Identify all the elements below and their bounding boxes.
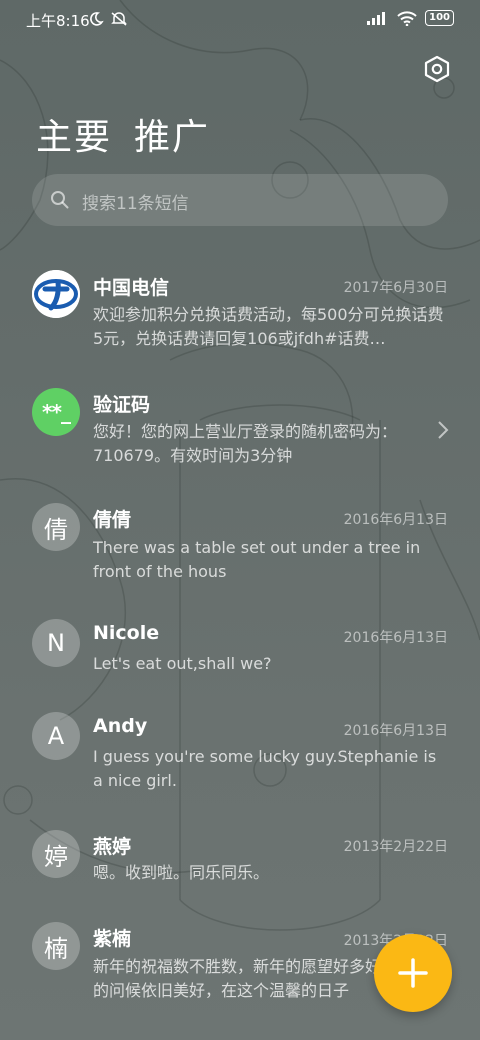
tab-bar: 主要 推广 [36,108,210,160]
china-telecom-logo [32,270,80,318]
contact-name: 倩倩 [93,509,132,531]
message-preview: 欢迎参加积分兑换话费活动，每500分可兑换话费5元，兑换话费请回复106或jfd… [93,305,444,348]
message-date: 2016年6月13日 [343,512,448,528]
mute-icon [111,12,127,26]
message-date: 2013年2月22日 [343,839,448,855]
signal-icon [367,12,386,25]
contact-name: 中国电信 [93,277,170,299]
contact-avatar: A [32,712,80,760]
contact-name: 验证码 [93,394,151,416]
status-bar: 上午8:16 100 [0,0,480,40]
contact-name: Nicole [93,622,160,644]
contact-name: 紫楠 [93,928,132,950]
message-preview: There was a table set out under a tree i… [93,538,421,581]
contact-avatar: 婷 [32,830,80,878]
message-date: 2016年6月13日 [343,630,448,646]
chevron-right-icon [438,421,449,439]
message-preview: I guess you're some lucky guy.Stephanie … [93,747,437,790]
tab-main[interactable]: 主要 [36,108,112,160]
wifi-icon [397,10,417,26]
battery-icon: 100 [425,10,454,26]
tab-promotions[interactable]: 推广 [134,108,210,160]
conversation-item[interactable]: 婷 燕婷 2013年2月22日 嗯。收到啦。同乐同乐。 [0,826,480,896]
message-preview: 嗯。收到啦。同乐同乐。 [93,863,270,882]
contact-avatar: 倩 [32,503,80,551]
message-date: 2017年6月30日 [343,280,448,296]
conversation-item[interactable]: **_ 验证码 您好！您的网上营业厅登录的随机密码为：710679。有效时间为3… [0,384,480,476]
contact-name: 燕婷 [93,836,132,858]
conversation-item[interactable]: N Nicole 2016年6月13日 Let's eat out,shall … [0,616,480,686]
conversation-item[interactable]: A Andy 2016年6月13日 I guess you're some lu… [0,708,480,800]
status-time: 上午8:16 [26,12,90,30]
contact-avatar: 楠 [32,922,80,970]
moon-icon [90,12,104,26]
contact-name: Andy [93,715,148,737]
conversation-item[interactable]: 中国电信 2017年6月30日 欢迎参加积分兑换话费活动，每500分可兑换话费5… [0,268,480,360]
conversation-item[interactable]: 倩 倩倩 2016年6月13日 There was a table set ou… [0,500,480,592]
new-message-button[interactable] [374,934,452,1012]
message-preview: 您好！您的网上营业厅登录的随机密码为：710679。有效时间为3分钟 [93,422,398,465]
contact-avatar: N [32,619,80,667]
search-icon [51,191,69,209]
hexagon-settings-icon[interactable] [422,54,452,84]
china-telecom-logo-avatar [32,270,80,318]
message-date: 2016年6月13日 [343,723,448,739]
search-input[interactable]: 搜索11条短信 [32,174,448,226]
verification-code-avatar: **_ [32,388,80,436]
search-placeholder: 搜索11条短信 [82,194,189,214]
message-preview: Let's eat out,shall we? [93,654,272,673]
plus-icon [398,958,428,988]
